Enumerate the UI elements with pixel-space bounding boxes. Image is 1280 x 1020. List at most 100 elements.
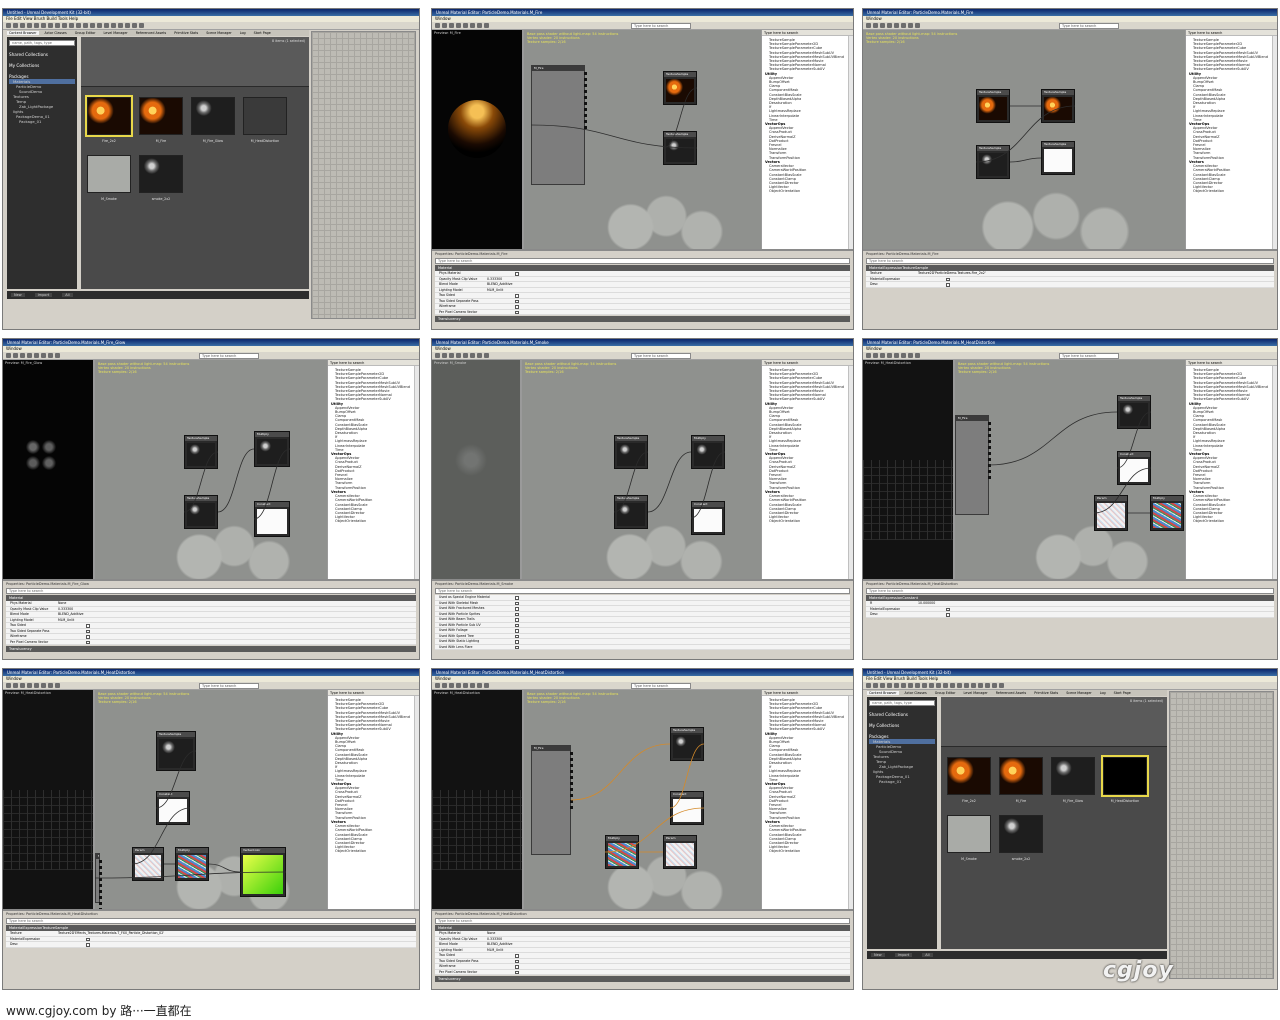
toolbar-icon[interactable] [950,683,955,688]
material-graph-canvas[interactable]: Base pass shader without light-map: 54 i… [524,690,761,909]
expression-search-input[interactable]: Type here to search [631,23,691,29]
toolbar-icon[interactable] [139,23,144,28]
tab-primitive-stats[interactable]: Primitive Stats [1032,691,1060,695]
search-icon[interactable] [484,353,489,358]
package-tree-item[interactable]: Package_01 [9,119,75,124]
property-row[interactable]: Used With Lens Flare [435,644,850,650]
toolbar-icon[interactable] [880,683,885,688]
tab-referenced-assets[interactable]: Referenced Assets [994,691,1028,695]
toolbar-icon[interactable] [978,683,983,688]
material-preview-viewport[interactable]: Preview: M_HeatDistortion [3,690,95,909]
expression-item[interactable]: ObjectOrientation [331,519,416,523]
viewport-panel[interactable] [311,31,416,319]
toolbar-icon[interactable] [887,683,892,688]
toolbar-icon[interactable] [922,683,927,688]
expression-search-input[interactable]: Type here to search [1059,23,1119,29]
home-icon[interactable] [866,23,871,28]
home-icon[interactable] [866,353,871,358]
property-row[interactable]: Desc [866,612,1274,618]
properties-search-input[interactable]: Type here to search [866,588,1274,594]
toolbar-icon[interactable] [901,683,906,688]
properties-section-footer[interactable]: Translucency [435,316,850,322]
footer-button[interactable]: All [922,953,933,957]
clean-icon[interactable] [873,23,878,28]
tab-group-editor[interactable]: Group Editor [933,691,958,695]
toolbar-icon[interactable] [83,23,88,28]
toolbar-icon[interactable] [964,683,969,688]
footer-button[interactable]: Import [894,953,913,957]
layer-icon[interactable] [901,23,906,28]
search-icon[interactable] [55,353,60,358]
property-checkbox[interactable] [515,310,519,314]
properties-search-input[interactable]: Type here to search [435,258,850,264]
toolbar-icon[interactable] [55,23,60,28]
property-row[interactable]: Per Pixel Camera Vector [435,309,850,315]
property-checkbox[interactable] [946,613,950,617]
search-icon[interactable] [484,23,489,28]
asset-thumbnail[interactable]: M_HeatDistortion [1101,755,1149,803]
realtime-icon[interactable] [880,23,885,28]
tab-start-page[interactable]: Start Page [1112,691,1133,695]
grid-icon[interactable] [27,683,32,688]
collection-header[interactable]: My Collections [9,63,75,68]
toolbar-icon[interactable] [20,23,25,28]
toolbar-icon[interactable] [6,23,11,28]
tab-actor-classes[interactable]: Actor Classes [903,691,929,695]
stats-icon[interactable] [463,683,468,688]
tab-primitive-stats[interactable]: Primitive Stats [172,31,200,35]
search-icon[interactable] [915,353,920,358]
footer-button[interactable]: New [11,293,25,297]
toolbar-icon[interactable] [992,683,997,688]
property-row[interactable]: Per Pixel Camera Vector [6,639,416,645]
properties-search-input[interactable]: Type here to search [435,918,850,924]
search-icon[interactable] [484,683,489,688]
toolbar-icon[interactable] [97,23,102,28]
property-checkbox[interactable] [515,305,519,309]
material-graph-canvas[interactable]: Base pass shader without light-map: 54 i… [863,30,1185,249]
grid-icon[interactable] [456,683,461,688]
material-graph-canvas[interactable]: Base pass shader without light-map: 54 i… [522,360,761,579]
asset-thumbnail[interactable]: smoke_2x2 [139,155,183,201]
material-preview-viewport[interactable]: Preview: M_Fire_Glow [3,360,95,579]
property-checkbox[interactable] [86,937,90,941]
palette-scrollbar[interactable] [848,366,853,579]
expression-search-input[interactable]: Type here to search [631,683,691,689]
property-checkbox[interactable] [515,596,519,600]
property-checkbox[interactable] [515,954,519,958]
toolbar-icon[interactable] [957,683,962,688]
toolbar-icon[interactable] [971,683,976,688]
property-row[interactable]: Desc [6,942,416,948]
asset-search-input[interactable]: name, path, tags, type [9,40,75,46]
toolbar-icon[interactable] [62,23,67,28]
layer-icon[interactable] [901,353,906,358]
expression-item[interactable]: ObjectOrientation [765,519,850,523]
property-checkbox[interactable] [515,299,519,303]
stats-icon[interactable] [34,683,39,688]
grid-icon[interactable] [887,23,892,28]
material-graph-canvas[interactable]: Base pass shader without light-map: 54 i… [95,690,327,909]
expression-search-input[interactable]: Type here to search [1059,353,1119,359]
clean-icon[interactable] [873,353,878,358]
realtime-icon[interactable] [449,23,454,28]
grid-icon[interactable] [27,353,32,358]
stats-icon[interactable] [894,353,899,358]
home-icon[interactable] [6,353,11,358]
expression-item[interactable]: ObjectOrientation [765,849,850,853]
property-checkbox[interactable] [515,965,519,969]
toolbar-icon[interactable] [873,683,878,688]
tab-level-manager[interactable]: Level Manager [962,691,990,695]
tab-log[interactable]: Log [1098,691,1108,695]
toolbar-icon[interactable] [943,683,948,688]
package-tree-item[interactable]: Package_01 [869,779,935,784]
properties-search-input[interactable]: Type here to search [866,258,1274,264]
material-preview-viewport[interactable]: Preview: M_HeatDistortion [863,360,955,579]
property-checkbox[interactable] [515,294,519,298]
property-checkbox[interactable] [515,607,519,611]
property-checkbox[interactable] [515,959,519,963]
property-checkbox[interactable] [86,635,90,639]
expression-search-input[interactable]: Type here to search [199,683,259,689]
asset-thumbnail[interactable]: Fire_2x2 [85,95,133,143]
toolbar-icon[interactable] [34,23,39,28]
material-graph-canvas[interactable]: Base pass shader without light-map: 54 i… [955,360,1185,579]
property-checkbox[interactable] [86,629,90,633]
